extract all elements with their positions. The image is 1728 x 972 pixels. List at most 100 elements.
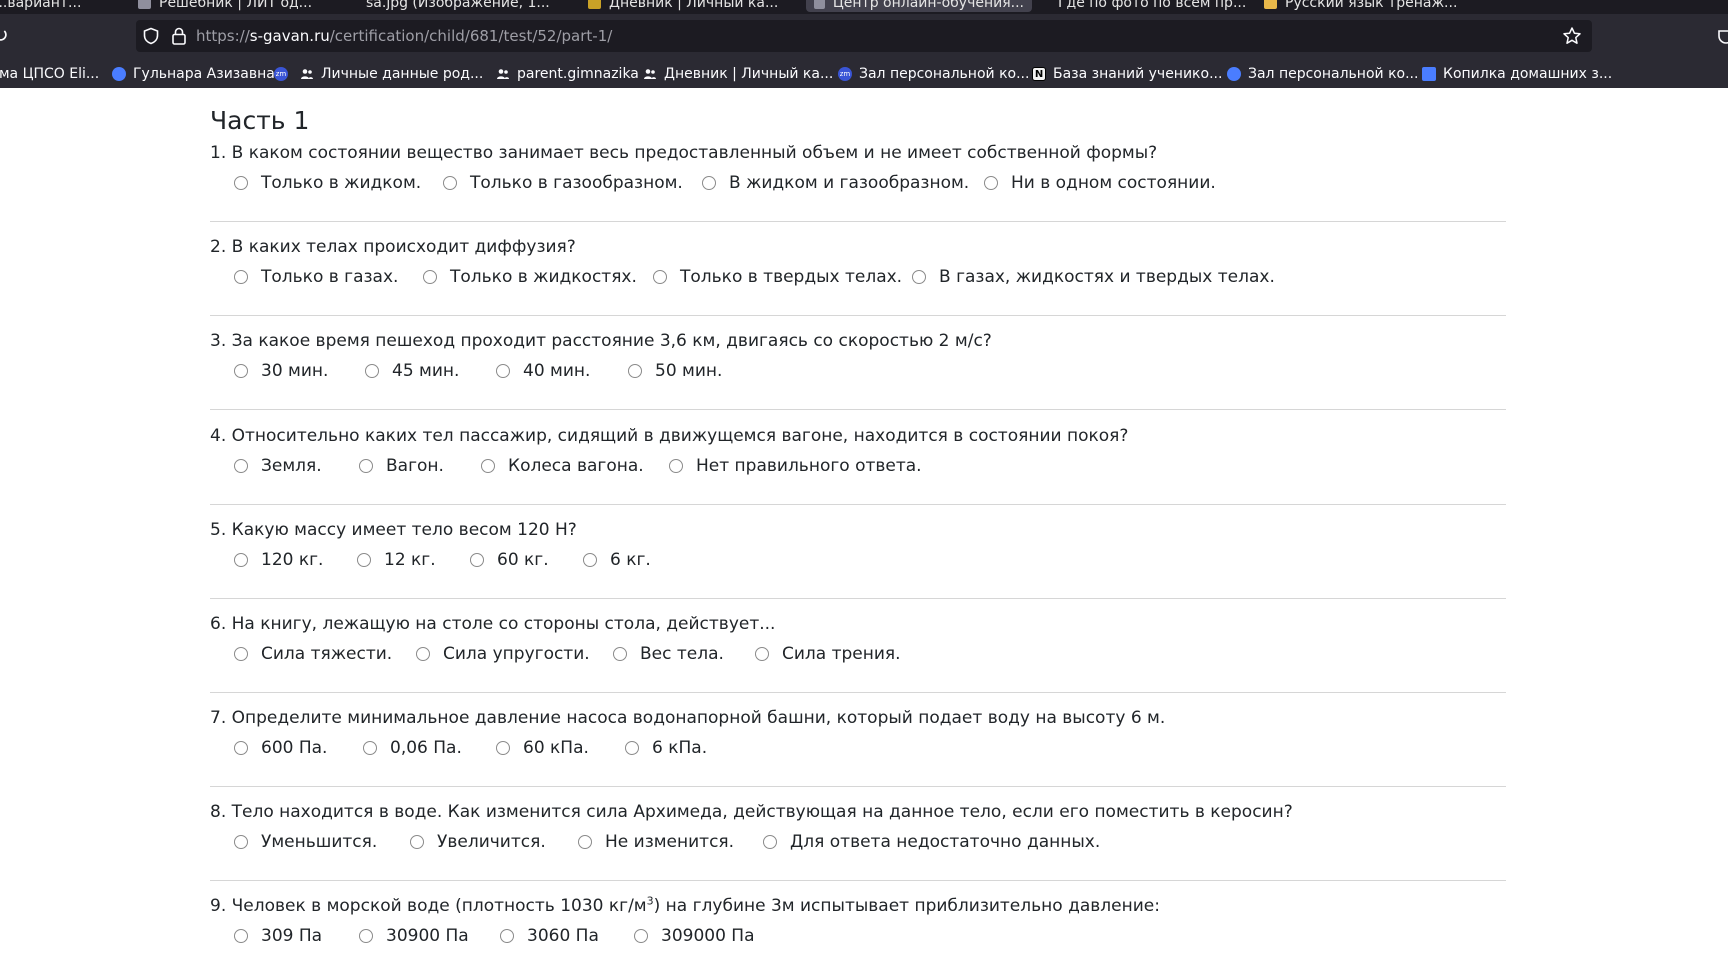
answer-option[interactable]: Уменьшится. [234, 831, 377, 853]
answer-option[interactable]: В жидком и газообразном. [702, 172, 969, 194]
radio-button[interactable] [628, 364, 642, 378]
answer-option[interactable]: Сила трения. [755, 643, 901, 665]
radio-button[interactable] [234, 176, 248, 190]
bookmark-item[interactable]: Дневник | Личный ка... [643, 60, 833, 88]
answer-option[interactable]: Сила тяжести. [234, 643, 392, 665]
divider [210, 504, 1506, 505]
bookmark-item[interactable]: Зал персональной ко... [1227, 60, 1418, 88]
radio-button[interactable] [234, 929, 248, 943]
answer-option[interactable]: 30900 Па [359, 925, 469, 947]
radio-button[interactable] [359, 459, 373, 473]
bookmark-item[interactable]: N База знаний ученико... [1032, 60, 1222, 88]
radio-button[interactable] [702, 176, 716, 190]
bookmark-star-icon[interactable] [1562, 26, 1582, 46]
reload-icon[interactable]: ↻ [0, 24, 14, 46]
answer-option[interactable]: Только в жидкостях. [423, 266, 637, 288]
answer-option[interactable]: Не изменится. [578, 831, 734, 853]
answer-option[interactable]: 309 Па [234, 925, 322, 947]
radio-button[interactable] [496, 364, 510, 378]
radio-button[interactable] [984, 176, 998, 190]
answer-option[interactable]: Земля. [234, 455, 322, 477]
radio-button[interactable] [359, 929, 373, 943]
answer-option[interactable]: 45 мин. [365, 360, 459, 382]
radio-button[interactable] [416, 647, 430, 661]
answer-option[interactable]: 6 кг. [583, 549, 651, 571]
browser-tab[interactable]: Где по фото по всем пр... [1058, 0, 1246, 12]
lock-icon[interactable] [170, 26, 188, 46]
radio-button[interactable] [634, 929, 648, 943]
bookmark-item[interactable]: zm Зал персональной ко... [838, 60, 1029, 88]
answer-option[interactable]: 309000 Па [634, 925, 755, 947]
browser-tab-active[interactable]: Центр онлайн-обучения... [806, 0, 1032, 12]
answer-option[interactable]: 60 кг. [470, 549, 549, 571]
radio-button[interactable] [234, 459, 248, 473]
bookmark-item[interactable]: parent.gimnazika [496, 60, 639, 88]
answer-option[interactable]: 120 кг. [234, 549, 323, 571]
pocket-icon[interactable] [1716, 27, 1728, 47]
browser-tab[interactable]: ...вариант... [0, 0, 81, 12]
radio-button[interactable] [357, 553, 371, 567]
radio-button[interactable] [755, 647, 769, 661]
answer-option[interactable]: Только в жидком. [234, 172, 421, 194]
radio-button[interactable] [763, 835, 777, 849]
answer-option[interactable]: 3060 Па [500, 925, 599, 947]
answer-option[interactable]: Вес тела. [613, 643, 724, 665]
answer-option[interactable]: Сила упругости. [416, 643, 590, 665]
answer-option[interactable]: 50 мин. [628, 360, 722, 382]
radio-button[interactable] [443, 176, 457, 190]
radio-button[interactable] [234, 364, 248, 378]
answer-option[interactable]: 40 мин. [496, 360, 590, 382]
browser-tab[interactable]: Решебник | ЛИТ од... [138, 0, 312, 12]
bookmark-item[interactable]: zm [274, 60, 295, 88]
answer-option[interactable]: В газах, жидкостях и твердых телах. [912, 266, 1275, 288]
radio-button[interactable] [583, 553, 597, 567]
answer-option[interactable]: Для ответа недостаточно данных. [763, 831, 1100, 853]
answer-option[interactable]: 0,06 Па. [363, 737, 462, 759]
radio-button[interactable] [234, 270, 248, 284]
bookmark-item[interactable]: ма ЦПСО Eli... [0, 60, 99, 88]
answer-option[interactable]: Ни в одном состоянии. [984, 172, 1216, 194]
radio-button[interactable] [234, 553, 248, 567]
radio-button[interactable] [470, 553, 484, 567]
answer-option[interactable]: Нет правильного ответа. [669, 455, 922, 477]
radio-button[interactable] [912, 270, 926, 284]
page-title: Часть 1 [210, 106, 310, 135]
bookmark-item[interactable]: Личные данные род... [300, 60, 483, 88]
radio-button[interactable] [365, 364, 379, 378]
radio-button[interactable] [578, 835, 592, 849]
radio-button[interactable] [496, 741, 510, 755]
radio-button[interactable] [234, 741, 248, 755]
answer-option[interactable]: Вагон. [359, 455, 444, 477]
bookmark-item[interactable]: Гульнара Азизавна [112, 60, 275, 88]
radio-button[interactable] [613, 647, 627, 661]
answer-option[interactable]: Увеличится. [410, 831, 546, 853]
radio-button[interactable] [500, 929, 514, 943]
radio-button[interactable] [481, 459, 495, 473]
url-text[interactable]: https://s-gavan.ru/certification/child/6… [196, 26, 612, 46]
radio-button[interactable] [625, 741, 639, 755]
answer-option[interactable]: Колеса вагона. [481, 455, 644, 477]
url-bar[interactable]: https://s-gavan.ru/certification/child/6… [136, 20, 1592, 52]
answer-option[interactable]: Только в газах. [234, 266, 398, 288]
tracking-protection-shield-icon[interactable] [142, 27, 160, 45]
browser-tab[interactable]: sa.jpg (Изображение, 1... [366, 0, 550, 12]
bookmark-item[interactable]: Копилка домашних з... [1422, 60, 1612, 88]
answer-option[interactable]: Только в твердых телах. [653, 266, 902, 288]
radio-button[interactable] [234, 835, 248, 849]
answer-option[interactable]: 30 мин. [234, 360, 328, 382]
answer-option[interactable]: 60 кПа. [496, 737, 589, 759]
radio-button[interactable] [669, 459, 683, 473]
radio-button[interactable] [410, 835, 424, 849]
radio-button[interactable] [653, 270, 667, 284]
answer-option[interactable]: 6 кПа. [625, 737, 707, 759]
radio-button[interactable] [423, 270, 437, 284]
answer-option[interactable]: 600 Па. [234, 737, 327, 759]
radio-button[interactable] [234, 647, 248, 661]
answer-option[interactable]: Только в газообразном. [443, 172, 683, 194]
zm-icon: zm [838, 67, 852, 81]
browser-tab[interactable]: Дневник | Личный ка... [588, 0, 778, 12]
radio-button[interactable] [363, 741, 377, 755]
browser-tab[interactable]: Русский язык тренаж... [1264, 0, 1457, 12]
divider [210, 692, 1506, 693]
answer-option[interactable]: 12 кг. [357, 549, 436, 571]
